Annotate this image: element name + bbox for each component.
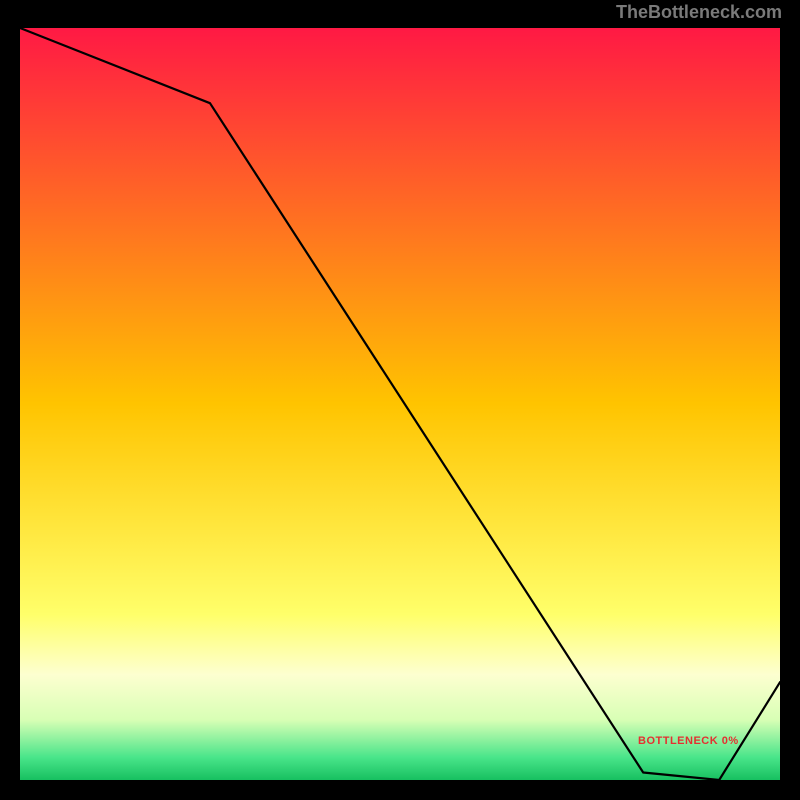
chart-plot-area — [20, 28, 780, 780]
attribution-text: TheBottleneck.com — [616, 2, 782, 23]
bottleneck-zero-label: BOTTLENECK 0% — [638, 735, 739, 747]
chart-background — [20, 28, 780, 780]
chart-svg — [20, 28, 780, 780]
